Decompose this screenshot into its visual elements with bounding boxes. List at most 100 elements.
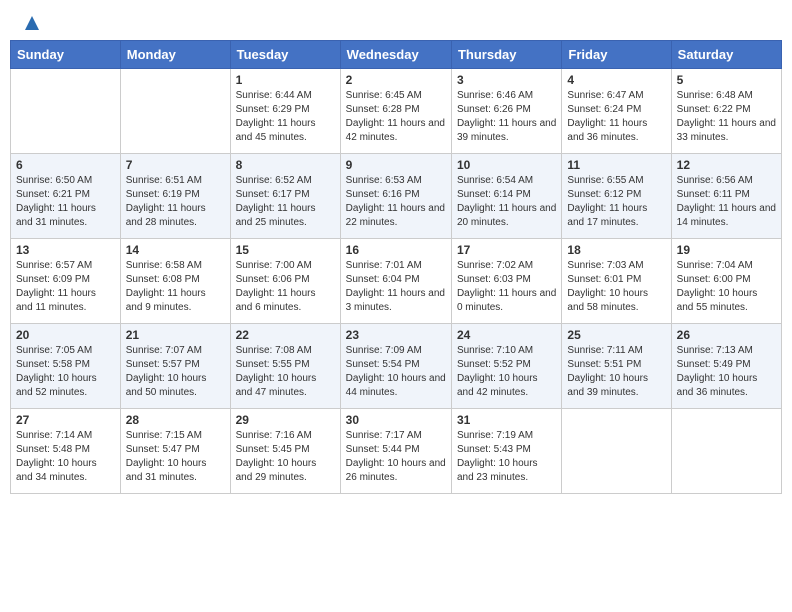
day-number: 18 [567,243,665,257]
day-number: 26 [677,328,776,342]
day-info: Sunrise: 6:45 AM Sunset: 6:28 PM Dayligh… [346,89,446,145]
calendar-day-cell: 10 Sunrise: 6:54 AM Sunset: 6:14 PM Dayli… [451,154,561,239]
calendar-day-cell: 5 Sunrise: 6:48 AM Sunset: 6:22 PM Daylig… [671,69,781,154]
day-number: 20 [16,328,115,342]
day-number: 10 [457,158,556,172]
weekday-header: Wednesday [340,41,451,69]
day-number: 8 [236,158,335,172]
day-number: 2 [346,73,446,87]
calendar-day-cell: 7 Sunrise: 6:51 AM Sunset: 6:19 PM Daylig… [120,154,230,239]
day-info: Sunrise: 7:17 AM Sunset: 5:44 PM Dayligh… [346,429,446,485]
day-number: 31 [457,413,556,427]
calendar-day-cell: 14 Sunrise: 6:58 AM Sunset: 6:08 PM Dayli… [120,239,230,324]
day-info: Sunrise: 6:50 AM Sunset: 6:21 PM Dayligh… [16,174,115,230]
calendar-day-cell: 15 Sunrise: 7:00 AM Sunset: 6:06 PM Dayli… [230,239,340,324]
day-number: 3 [457,73,556,87]
calendar-day-cell: 28Sunrise: 7:15 AM Sunset: 5:47 PM Dayli… [120,409,230,494]
calendar-day-cell: 19 Sunrise: 7:04 AM Sunset: 6:00 PM Dayli… [671,239,781,324]
calendar-day-cell: 16 Sunrise: 7:01 AM Sunset: 6:04 PM Dayli… [340,239,451,324]
calendar-day-cell: 23Sunrise: 7:09 AM Sunset: 5:54 PM Dayli… [340,324,451,409]
calendar-day-cell: 29 Sunrise: 7:16 AM Sunset: 5:45 PM Dayli… [230,409,340,494]
calendar-day-cell: 12Sunrise: 6:56 AM Sunset: 6:11 PM Dayli… [671,154,781,239]
day-info: Sunrise: 7:07 AM Sunset: 5:57 PM Dayligh… [126,344,225,400]
calendar-day-cell: 17 Sunrise: 7:02 AM Sunset: 6:03 PM Dayli… [451,239,561,324]
day-number: 1 [236,73,335,87]
day-info: Sunrise: 7:01 AM Sunset: 6:04 PM Dayligh… [346,259,446,315]
day-info: Sunrise: 7:16 AM Sunset: 5:45 PM Dayligh… [236,429,335,485]
day-number: 25 [567,328,665,342]
calendar-day-cell: 9Sunrise: 6:53 AM Sunset: 6:16 PM Daylig… [340,154,451,239]
calendar-week-row: 6 Sunrise: 6:50 AM Sunset: 6:21 PM Daylig… [11,154,782,239]
calendar-day-cell: 24 Sunrise: 7:10 AM Sunset: 5:52 PM Dayli… [451,324,561,409]
calendar-day-cell: 20 Sunrise: 7:05 AM Sunset: 5:58 PM Dayli… [11,324,121,409]
calendar-table: SundayMondayTuesdayWednesdayThursdayFrid… [10,40,782,494]
calendar-day-cell [671,409,781,494]
calendar-day-cell: 3 Sunrise: 6:46 AM Sunset: 6:26 PM Daylig… [451,69,561,154]
day-number: 16 [346,243,446,257]
calendar-day-cell: 21 Sunrise: 7:07 AM Sunset: 5:57 PM Dayli… [120,324,230,409]
day-number: 11 [567,158,665,172]
weekday-header: Monday [120,41,230,69]
day-info: Sunrise: 7:11 AM Sunset: 5:51 PM Dayligh… [567,344,665,400]
calendar-day-cell [120,69,230,154]
day-info: Sunrise: 7:03 AM Sunset: 6:01 PM Dayligh… [567,259,665,315]
day-number: 15 [236,243,335,257]
day-info: Sunrise: 7:05 AM Sunset: 5:58 PM Dayligh… [16,344,115,400]
calendar-header-row: SundayMondayTuesdayWednesdayThursdayFrid… [11,41,782,69]
day-number: 5 [677,73,776,87]
day-number: 9 [346,158,446,172]
day-info: Sunrise: 6:57 AM Sunset: 6:09 PM Dayligh… [16,259,115,315]
day-info: Sunrise: 6:51 AM Sunset: 6:19 PM Dayligh… [126,174,225,230]
day-number: 22 [236,328,335,342]
weekday-header: Friday [562,41,671,69]
day-info: Sunrise: 7:04 AM Sunset: 6:00 PM Dayligh… [677,259,776,315]
weekday-header: Saturday [671,41,781,69]
calendar-day-cell: 18 Sunrise: 7:03 AM Sunset: 6:01 PM Dayli… [562,239,671,324]
calendar-day-cell: 30Sunrise: 7:17 AM Sunset: 5:44 PM Dayli… [340,409,451,494]
weekday-header: Sunday [11,41,121,69]
day-info: Sunrise: 7:08 AM Sunset: 5:55 PM Dayligh… [236,344,335,400]
day-number: 21 [126,328,225,342]
logo [20,16,41,32]
day-info: Sunrise: 7:00 AM Sunset: 6:06 PM Dayligh… [236,259,335,315]
calendar-day-cell [562,409,671,494]
day-number: 6 [16,158,115,172]
day-number: 4 [567,73,665,87]
calendar-day-cell: 27 Sunrise: 7:14 AM Sunset: 5:48 PM Dayli… [11,409,121,494]
day-info: Sunrise: 6:58 AM Sunset: 6:08 PM Dayligh… [126,259,225,315]
day-info: Sunrise: 6:47 AM Sunset: 6:24 PM Dayligh… [567,89,665,145]
calendar-week-row: 27 Sunrise: 7:14 AM Sunset: 5:48 PM Dayli… [11,409,782,494]
calendar-day-cell: 22 Sunrise: 7:08 AM Sunset: 5:55 PM Dayli… [230,324,340,409]
day-info: Sunrise: 7:13 AM Sunset: 5:49 PM Dayligh… [677,344,776,400]
calendar-day-cell: 1 Sunrise: 6:44 AM Sunset: 6:29 PM Daylig… [230,69,340,154]
calendar-day-cell: 31Sunrise: 7:19 AM Sunset: 5:43 PM Dayli… [451,409,561,494]
day-number: 13 [16,243,115,257]
day-number: 17 [457,243,556,257]
day-number: 24 [457,328,556,342]
calendar-day-cell: 8Sunrise: 6:52 AM Sunset: 6:17 PM Daylig… [230,154,340,239]
day-info: Sunrise: 7:15 AM Sunset: 5:47 PM Dayligh… [126,429,225,485]
calendar-week-row: 1 Sunrise: 6:44 AM Sunset: 6:29 PM Daylig… [11,69,782,154]
day-number: 23 [346,328,446,342]
calendar-day-cell: 25 Sunrise: 7:11 AM Sunset: 5:51 PM Dayli… [562,324,671,409]
day-info: Sunrise: 7:02 AM Sunset: 6:03 PM Dayligh… [457,259,556,315]
day-info: Sunrise: 7:10 AM Sunset: 5:52 PM Dayligh… [457,344,556,400]
day-number: 29 [236,413,335,427]
calendar-day-cell: 11Sunrise: 6:55 AM Sunset: 6:12 PM Dayli… [562,154,671,239]
day-info: Sunrise: 7:14 AM Sunset: 5:48 PM Dayligh… [16,429,115,485]
calendar-week-row: 20 Sunrise: 7:05 AM Sunset: 5:58 PM Dayli… [11,324,782,409]
calendar-day-cell [11,69,121,154]
day-number: 14 [126,243,225,257]
calendar-day-cell: 13 Sunrise: 6:57 AM Sunset: 6:09 PM Dayli… [11,239,121,324]
page-header [0,0,792,40]
day-number: 27 [16,413,115,427]
calendar-wrapper: SundayMondayTuesdayWednesdayThursdayFrid… [0,40,792,504]
day-info: Sunrise: 6:48 AM Sunset: 6:22 PM Dayligh… [677,89,776,145]
weekday-header: Thursday [451,41,561,69]
day-info: Sunrise: 6:46 AM Sunset: 6:26 PM Dayligh… [457,89,556,145]
day-number: 19 [677,243,776,257]
day-info: Sunrise: 6:44 AM Sunset: 6:29 PM Dayligh… [236,89,335,145]
day-info: Sunrise: 6:54 AM Sunset: 6:14 PM Dayligh… [457,174,556,230]
weekday-header: Tuesday [230,41,340,69]
day-number: 7 [126,158,225,172]
